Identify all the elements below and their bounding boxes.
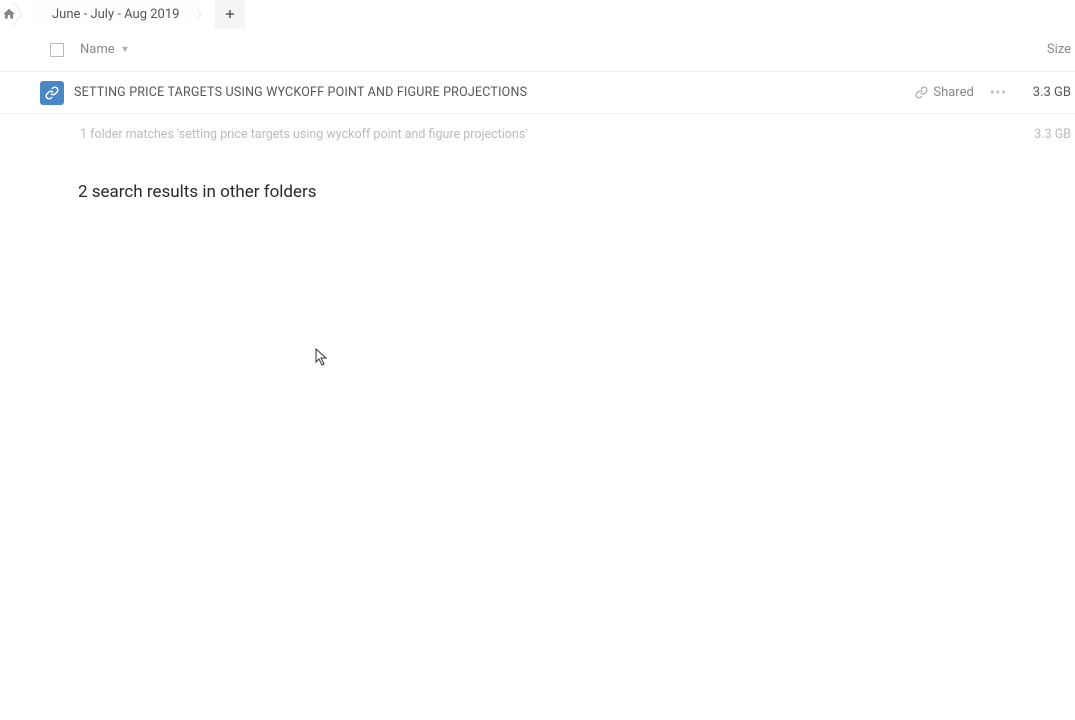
search-summary-row: 1 folder matches 'setting price targets … <box>0 114 1075 154</box>
breadcrumb-current[interactable]: June - July - Aug 2019 <box>30 0 197 28</box>
other-results-heading: 2 search results in other folders <box>78 182 1075 202</box>
link-icon <box>915 86 928 99</box>
select-all-checkbox[interactable] <box>50 43 64 57</box>
breadcrumb-label: June - July - Aug 2019 <box>52 7 179 22</box>
shared-label: Shared <box>933 85 973 100</box>
column-headers: Name ▼ Size <box>0 28 1075 72</box>
summary-text: 1 folder matches 'setting price targets … <box>80 127 527 142</box>
cursor-icon <box>315 348 331 368</box>
breadcrumb-bar: June - July - Aug 2019 <box>0 0 1075 28</box>
add-tab-button[interactable] <box>215 0 245 29</box>
folder-link-icon <box>40 81 64 105</box>
shared-badge: Shared <box>915 85 973 100</box>
sort-caret-icon: ▼ <box>121 44 130 55</box>
size-header-label: Size <box>1047 42 1071 57</box>
file-row[interactable]: SETTING PRICE TARGETS USING WYCKOFF POIN… <box>0 72 1075 114</box>
file-size: 3.3 GB <box>1023 85 1071 100</box>
file-name: SETTING PRICE TARGETS USING WYCKOFF POIN… <box>74 85 527 100</box>
name-header-label: Name <box>80 42 115 57</box>
chevron-right-icon <box>12 0 30 28</box>
size-column-header[interactable]: Size <box>1047 42 1071 57</box>
name-column-header[interactable]: Name ▼ <box>80 42 130 57</box>
more-options-button[interactable]: ••• <box>974 85 1023 101</box>
summary-total-size: 3.3 GB <box>1034 127 1071 142</box>
